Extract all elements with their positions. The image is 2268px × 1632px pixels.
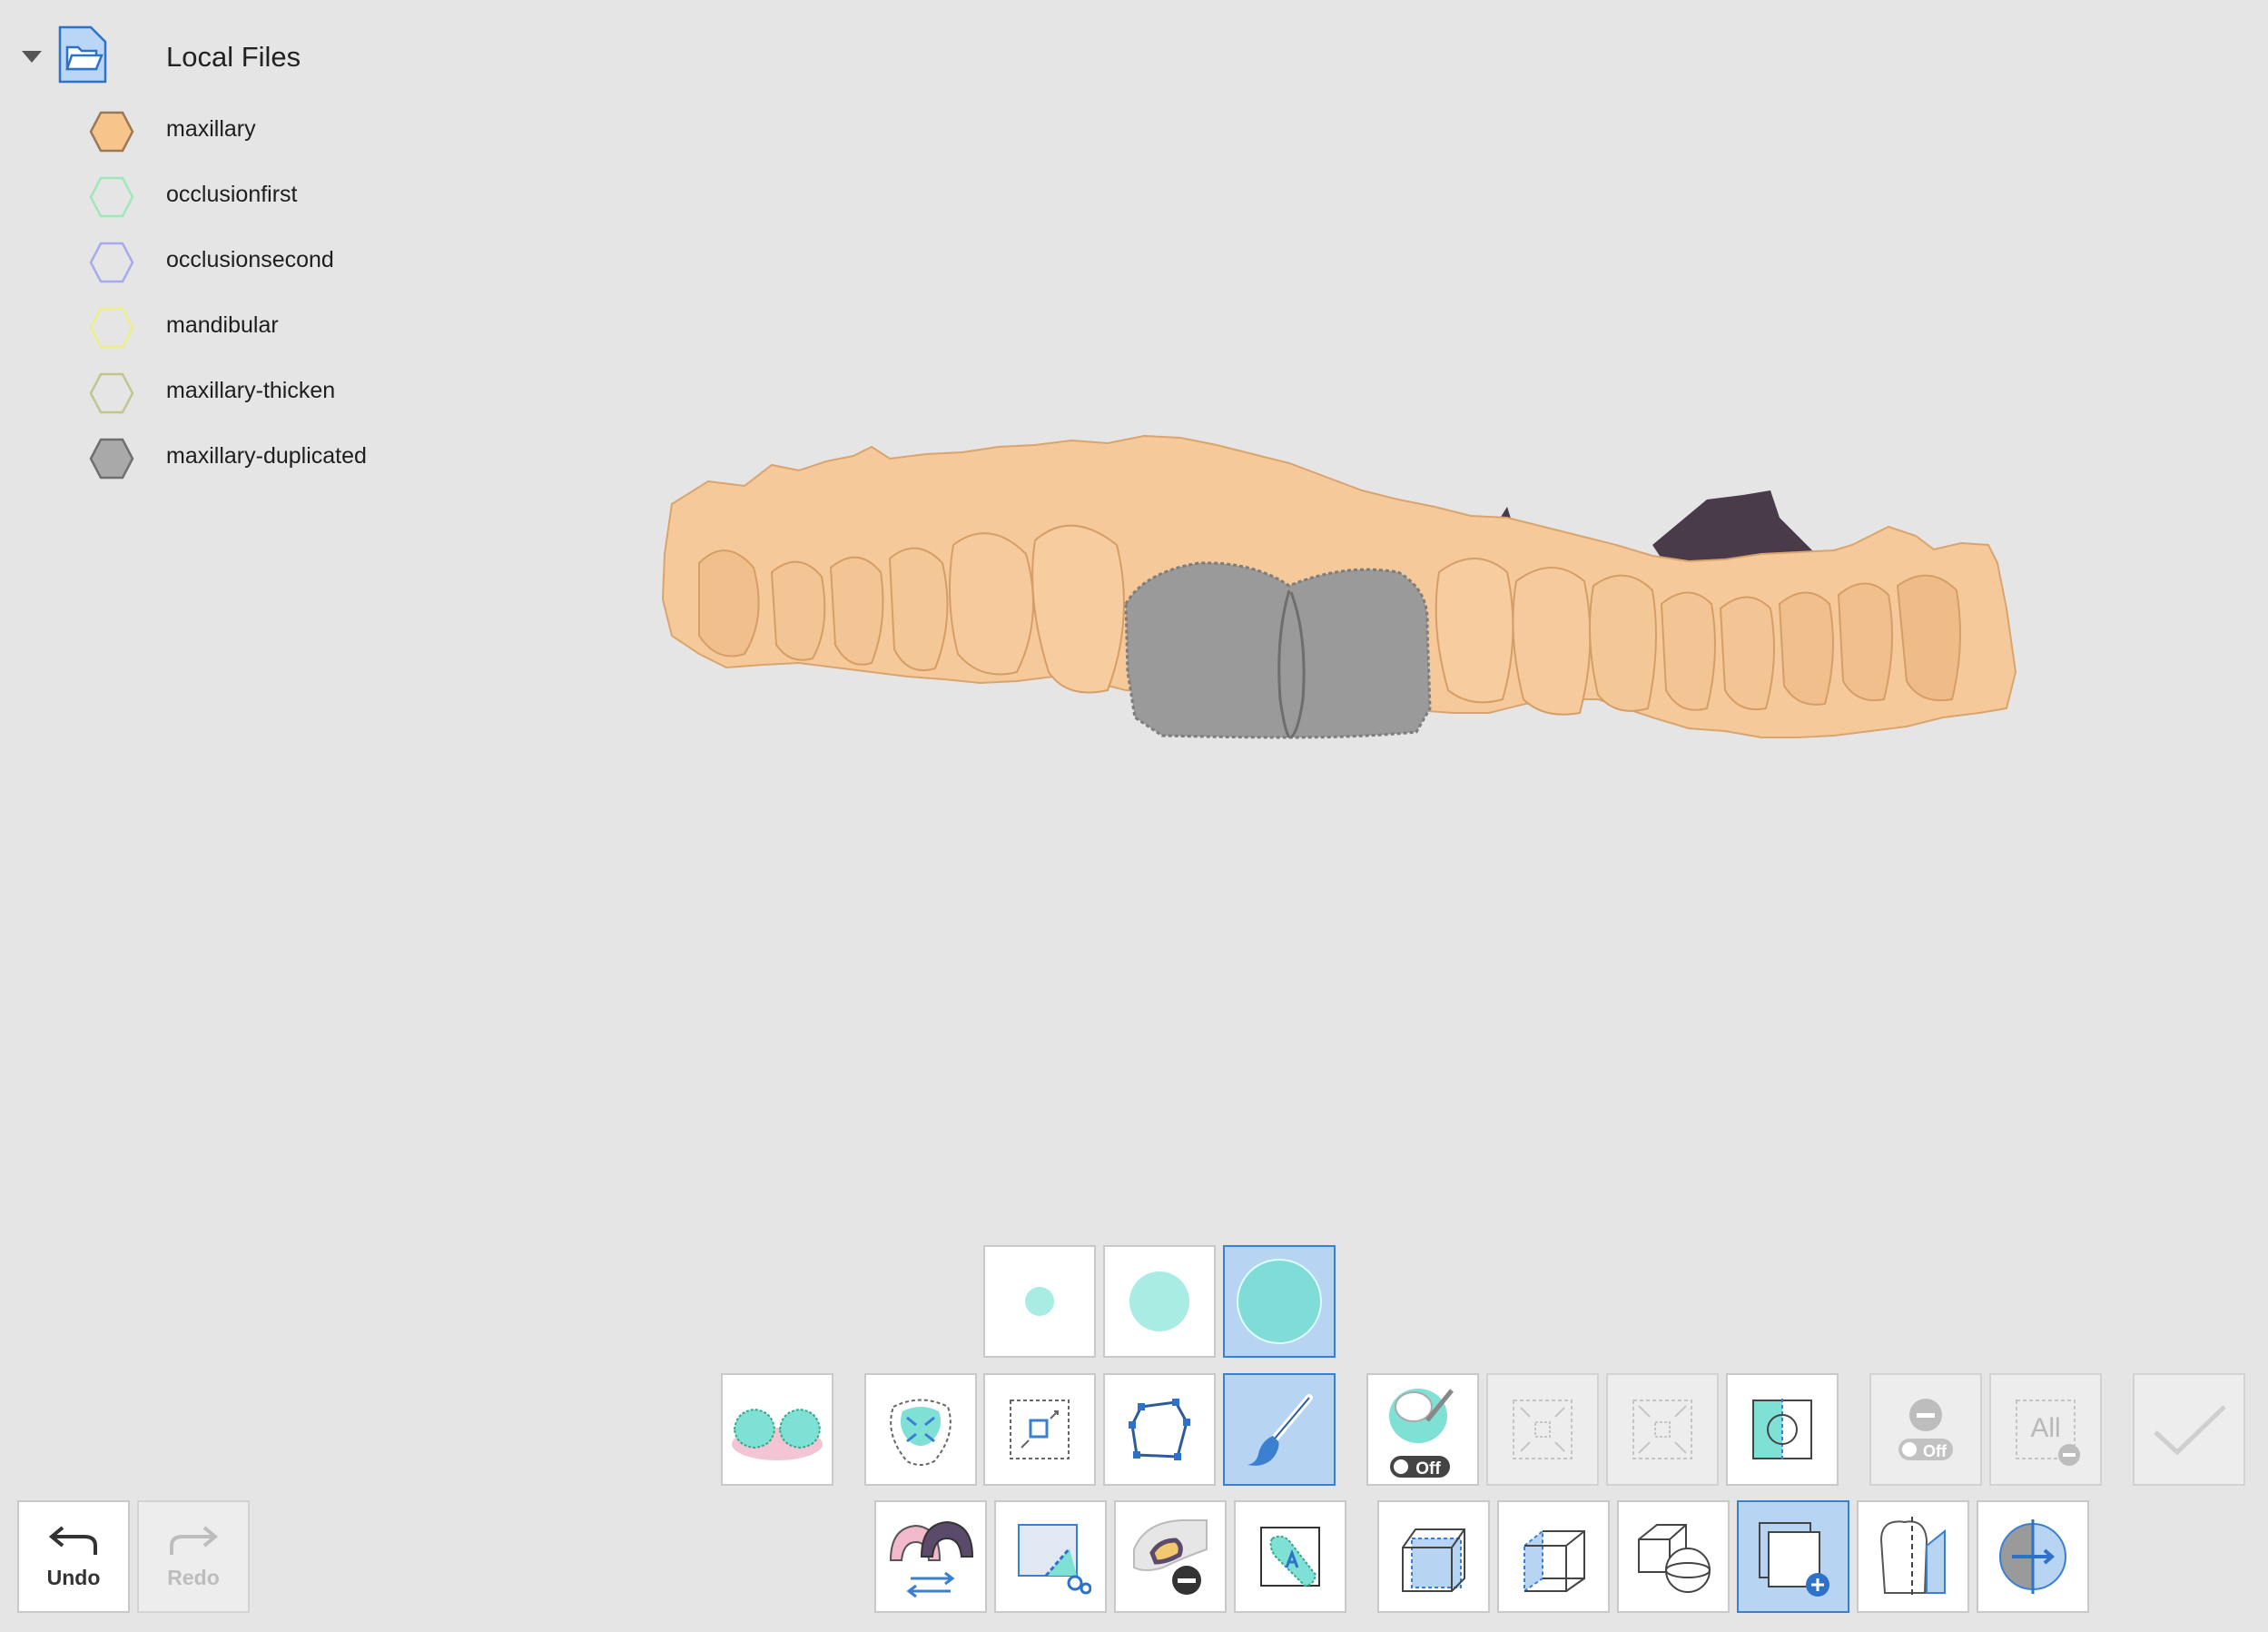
swap-jaw-icon: [889, 1520, 974, 1598]
layer-hexagon-icon: [89, 372, 134, 414]
layer-label: occlusionfirst: [166, 182, 298, 207]
swap-jaw-button[interactable]: [874, 1500, 987, 1613]
cut-region-icon: [1018, 1524, 1091, 1595]
hide-toggle-label: Off: [1923, 1442, 1948, 1460]
brush-size-medium-button[interactable]: [1103, 1245, 1216, 1358]
undo-button[interactable]: Undo: [17, 1500, 130, 1613]
expand-selection-button[interactable]: [1606, 1373, 1719, 1486]
brush-select-button[interactable]: [1223, 1373, 1336, 1486]
delete-all-label: All: [2030, 1413, 2060, 1443]
new-layer-icon: [1759, 1522, 1829, 1597]
hide-off-toggle-icon: Off: [1898, 1399, 1953, 1460]
label-tool-icon: [1260, 1527, 1320, 1587]
redo-label: Redo: [167, 1565, 220, 1589]
invert-selection-button[interactable]: [1726, 1373, 1839, 1486]
box-select-button[interactable]: [983, 1373, 1096, 1486]
shrink-selection-icon: [1513, 1400, 1573, 1459]
shrink-selection-button[interactable]: [1486, 1373, 1599, 1486]
layer-item-maxillary-duplicated[interactable]: maxillary-duplicated: [89, 430, 525, 485]
front-view-button[interactable]: [1377, 1500, 1490, 1613]
mirror-button[interactable]: [1977, 1500, 2089, 1613]
delete-all-button[interactable]: All: [1989, 1373, 2102, 1486]
mirror-icon: [1999, 1519, 2066, 1594]
tooth-section-icon: [1879, 1517, 1946, 1598]
side-view-icon: [1524, 1528, 1585, 1593]
surface-toggle-button[interactable]: Off: [1366, 1373, 1479, 1486]
layer-label: occlusionsecond: [166, 247, 334, 272]
layer-label: mandibular: [166, 312, 279, 338]
new-layer-button[interactable]: [1737, 1500, 1849, 1613]
label-tool-button[interactable]: [1234, 1500, 1346, 1613]
apply-button[interactable]: [2133, 1373, 2245, 1486]
invert-selection-icon: [1752, 1399, 1812, 1460]
undo-arrow-icon: [48, 1525, 97, 1555]
side-view-button[interactable]: [1497, 1500, 1610, 1613]
brush-medium-icon: [1129, 1271, 1189, 1331]
layer-hexagon-icon: [89, 242, 134, 283]
expand-selection-icon: [1632, 1400, 1692, 1459]
layer-item-mandibular[interactable]: mandibular: [89, 300, 525, 354]
collapse-caret-icon[interactable]: [22, 51, 42, 63]
both-jaws-button[interactable]: [721, 1373, 833, 1486]
brush-large-icon: [1237, 1259, 1322, 1344]
layer-item-maxillary[interactable]: maxillary: [89, 104, 525, 158]
layer-item-occlusionsecond[interactable]: occlusionsecond: [89, 234, 525, 289]
remove-layer-button[interactable]: [1114, 1500, 1227, 1613]
layer-tree: Local Files maxillary occlusionfirst occ…: [0, 0, 545, 509]
brush-size-large-button[interactable]: [1223, 1245, 1336, 1358]
select-all-icon: [890, 1399, 952, 1466]
layer-hexagon-icon: [89, 438, 134, 480]
box-select-icon: [1010, 1400, 1070, 1459]
front-view-icon: [1402, 1528, 1465, 1592]
both-jaws-icon: [732, 1408, 823, 1460]
redo-arrow-icon: [170, 1525, 219, 1555]
view-mode-button[interactable]: [1617, 1500, 1730, 1613]
tree-root-local-files[interactable]: Local Files: [22, 25, 494, 91]
layer-hexagon-icon: [89, 307, 134, 349]
layer-item-maxillary-thicken[interactable]: maxillary-thicken: [89, 365, 525, 420]
surface-toggle-label: Off: [1415, 1459, 1441, 1479]
remove-layer-icon: [1133, 1519, 1208, 1595]
redo-button[interactable]: Redo: [137, 1500, 250, 1613]
brush-size-small-button[interactable]: [983, 1245, 1096, 1358]
hide-toggle-button[interactable]: Off: [1869, 1373, 1982, 1486]
layer-label: maxillary-duplicated: [166, 443, 367, 469]
polygon-select-button[interactable]: [1103, 1373, 1216, 1486]
layer-hexagon-icon: [89, 176, 134, 218]
dental-model-viewport[interactable]: [599, 400, 2161, 836]
polygon-select-icon: [1129, 1399, 1190, 1460]
tree-root-label: Local Files: [166, 41, 301, 73]
folder-icon: [58, 25, 107, 84]
surface-off-toggle-icon: Off: [1389, 1389, 1454, 1479]
layer-item-occlusionfirst[interactable]: occlusionfirst: [89, 169, 525, 223]
select-all-button[interactable]: [864, 1373, 977, 1486]
layer-label: maxillary: [166, 116, 256, 142]
view-mode-icon: [1638, 1524, 1711, 1593]
brush-small-icon: [1025, 1287, 1054, 1316]
delete-all-icon: All: [2016, 1400, 2080, 1466]
cut-region-button[interactable]: [994, 1500, 1107, 1613]
tooth-section-button[interactable]: [1857, 1500, 1969, 1613]
undo-label: Undo: [46, 1565, 101, 1589]
layer-hexagon-icon: [89, 111, 134, 153]
apply-check-icon: [2154, 1405, 2226, 1456]
maxillary-model: [661, 434, 2017, 739]
brush-select-icon: [1247, 1394, 1313, 1466]
layer-label: maxillary-thicken: [166, 378, 336, 403]
